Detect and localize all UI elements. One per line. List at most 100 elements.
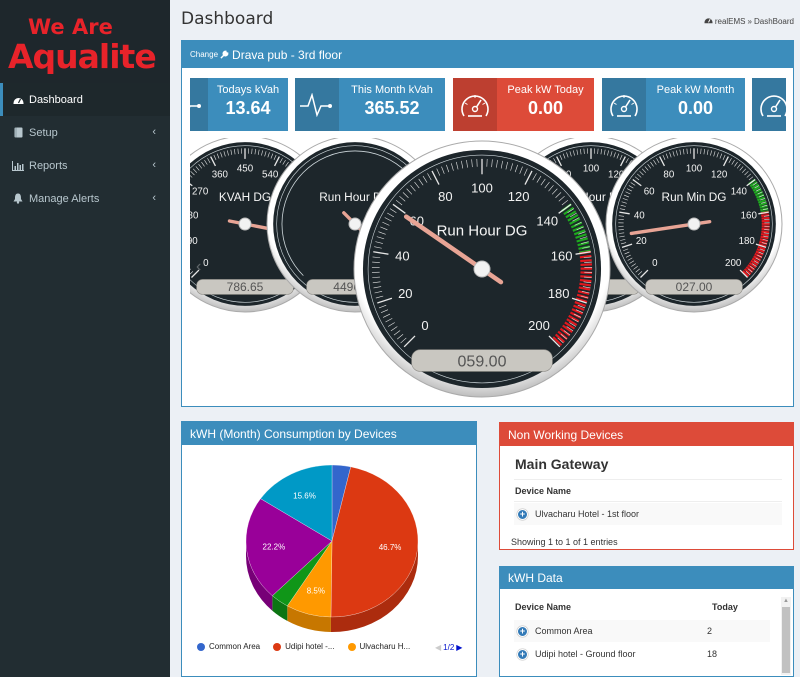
legend-item-ulvacharu-hotel[interactable]: Ulvacharu H... [347, 642, 411, 651]
device-name: Udipi hotel - Ground floor [535, 649, 636, 659]
gauge-tick-label: 120 [508, 189, 530, 204]
gauge-red-band [760, 233, 769, 237]
gauge-display-value: 027.00 [676, 280, 713, 294]
gauge-tick-label: 100 [583, 164, 600, 175]
gauge-tick-label: 100 [471, 180, 493, 195]
wrench-icon[interactable] [220, 46, 229, 64]
pie-chart: 46.7% 8.5% 22.2% 15.6% [245, 464, 419, 632]
breadcrumb-current: DashBoard [753, 16, 794, 26]
gauge-tick-label: 160 [741, 210, 758, 221]
pie-slice-label: 15.6% [293, 491, 316, 500]
speedometer-icon [453, 78, 497, 131]
brand-line2: Aqualite [8, 37, 156, 74]
stat-tiles: Todays kVah 13.64 This Month kVah 365.52… [190, 78, 786, 131]
gauge-title: KVAH DG [219, 190, 271, 204]
sidebar-item-reports[interactable]: Reports ‹ [0, 149, 170, 182]
breadcrumb-root-link[interactable]: realEMS [715, 17, 746, 26]
column-header-device-name[interactable]: Device Name [515, 602, 571, 612]
gauge-tick-label: 20 [398, 286, 412, 301]
carousel-next-button[interactable]: › [775, 258, 780, 276]
legend-dot [197, 642, 205, 651]
carousel-prev-button[interactable]: ‹ [196, 258, 201, 276]
heartbeat-icon [295, 78, 339, 131]
today-value: 2 [707, 626, 713, 636]
sidebar-item-manage-alerts[interactable]: Manage Alerts ‹ [0, 182, 170, 215]
kwh-data-header: kWH Data [500, 567, 793, 589]
scroll-thumb[interactable] [782, 607, 790, 673]
gauge-tick-label: 180 [548, 286, 570, 301]
legend-next-icon[interactable]: ▶ [456, 643, 462, 652]
gauge-red-band [580, 259, 592, 263]
divider [514, 479, 782, 480]
sidebar-item-label: Setup [29, 126, 58, 139]
gauge-tick-label: 270 [192, 186, 209, 197]
gauge-run-min-dg: 0 20 40 60 80 100 120140 160 180 200 Run Min DG 027… [605, 138, 783, 313]
gauge-tick-label: 360 [212, 170, 229, 181]
gauge-display-value: 786.65 [227, 280, 264, 294]
brand-logo[interactable]: We Are Aqualite [0, 0, 170, 83]
legend-label: Ulvacharu H... [359, 642, 411, 651]
site-name: Drava pub - 3rd floor [232, 47, 343, 62]
gauge-needle-hub [238, 217, 252, 231]
stat-label: Peak kW Today [507, 84, 584, 96]
expand-row-icon[interactable]: + [517, 648, 528, 660]
column-header-today[interactable]: Today [712, 602, 738, 612]
chevron-left-icon: ‹ [152, 126, 156, 138]
gauge-title: Run Hour DG [437, 223, 528, 240]
device-name: Ulvacharu Hotel - 1st floor [535, 509, 640, 519]
change-site-button[interactable]: Change [190, 50, 218, 59]
gauge-red-band [761, 216, 770, 220]
gauge-tick-label: 180 [739, 236, 756, 247]
gauge-tick-label: 450 [237, 164, 254, 175]
gauge-display-value: 059.00 [458, 354, 507, 371]
stat-tile-todays-kvah[interactable]: Todays kVah 13.64 [190, 78, 288, 131]
site-panel: Change Drava pub - 3rd floor Todays kVah… [181, 40, 794, 407]
expand-row-icon[interactable]: + [517, 625, 528, 637]
legend-page-indicator: 1/2 [443, 643, 455, 652]
book-icon [12, 127, 24, 139]
column-header-device-name[interactable]: Device Name [515, 486, 571, 496]
speedometer-icon [752, 78, 786, 131]
stat-tile-peak-kw-month[interactable]: Peak kW Month 0.00 [602, 78, 745, 131]
gauge-needle-hub [473, 260, 491, 278]
dashboard-icon [12, 94, 24, 106]
stat-tile-month-kvah[interactable]: This Month kVah 365.52 [295, 78, 445, 131]
gauge-tick-label: 80 [663, 170, 674, 181]
stat-tile-peak-kw-today[interactable]: Peak kW Today 0.00 [453, 78, 594, 131]
pie-slice-label: 46.7% [379, 543, 402, 552]
legend-item-udipi-hotel[interactable]: Udipi hotel -... [273, 642, 335, 651]
stat-value: 13.64 [225, 98, 271, 118]
legend-pager: ◀ 1/2 ▶ [435, 643, 462, 652]
gauge-needle-hub [348, 217, 362, 231]
stat-tile-partial[interactable] [752, 78, 786, 131]
gauge-tick-label: 200 [528, 318, 550, 333]
table-scrollbar[interactable]: ▲ [781, 597, 791, 675]
chevron-left-icon: ‹ [152, 159, 156, 171]
scroll-up-icon[interactable]: ▲ [783, 598, 789, 604]
gauge-tick-label: 120 [711, 170, 728, 181]
consumption-panel-header: kWH (Month) Consumption by Devices [182, 422, 476, 445]
gauge-tick-label: 40 [395, 248, 409, 263]
consumption-panel: kWH (Month) Consumption by Devices 46.7%… [181, 421, 477, 677]
sidebar-item-label: Reports [29, 159, 68, 172]
today-value: 18 [707, 649, 718, 659]
sidebar-item-setup[interactable]: Setup ‹ [0, 116, 170, 149]
gauge-tick-label: 20 [636, 236, 647, 247]
gauge-tick-label: 140 [731, 186, 748, 197]
brand-line1: We Are [28, 15, 113, 39]
gauge-tick-label: 100 [686, 164, 703, 175]
gauge-tick-label: 0 [421, 318, 428, 333]
gauge-run-hour-dg: 020406080100120140160180200Run Hour DG05… [353, 140, 611, 398]
stat-label: This Month kVah [351, 84, 433, 96]
panel-title: kWH Data [508, 571, 563, 585]
sidebar-item-dashboard[interactable]: Dashboard [0, 83, 170, 116]
table-info: Showing 1 to 1 of 1 entries [511, 537, 618, 547]
pie-slice-label: 22.2% [263, 543, 286, 552]
legend-prev-icon[interactable]: ◀ [435, 643, 441, 652]
panel-title: Non Working Devices [508, 427, 624, 442]
gauge-carousel: 090180270360450540630720810900KVAH DG786… [190, 138, 786, 400]
expand-row-icon[interactable]: + [517, 508, 528, 520]
legend-item-common-area[interactable]: Common Area [197, 642, 260, 651]
non-working-devices-panel: Non Working Devices Main Gateway Device … [499, 422, 794, 550]
device-name: Common Area [535, 626, 593, 636]
